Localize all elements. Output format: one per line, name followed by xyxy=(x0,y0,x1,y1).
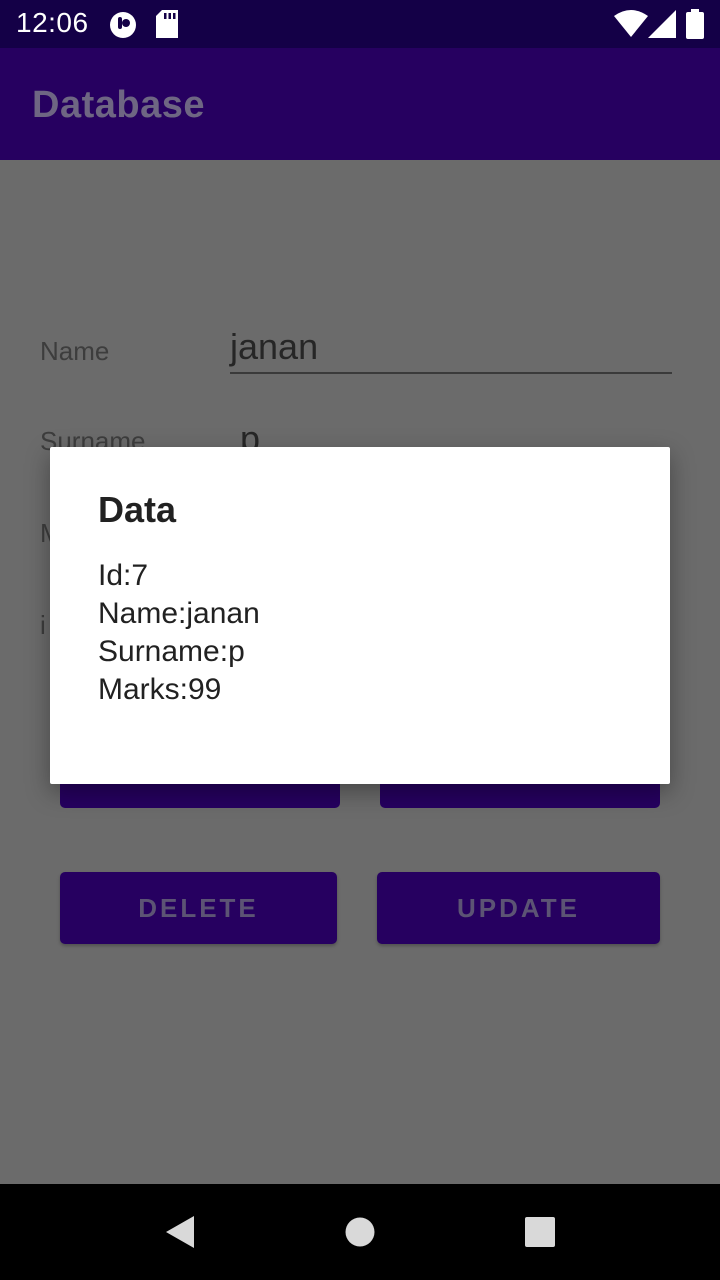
dialog-title: Data xyxy=(98,489,177,530)
home-icon[interactable] xyxy=(312,1184,408,1280)
name-label: Name xyxy=(40,336,110,366)
app-bar: Database xyxy=(0,48,720,160)
dialog-line-id: Id:7 xyxy=(98,559,149,592)
privacy-icon xyxy=(108,10,138,45)
battery-icon xyxy=(686,9,704,44)
wifi-icon xyxy=(614,10,648,43)
name-input[interactable]: janan xyxy=(230,326,318,368)
dialog-line-name: Name:janan xyxy=(98,597,260,630)
signal-icon xyxy=(648,10,676,43)
app-title: Database xyxy=(32,84,205,126)
navigation-bar xyxy=(0,1184,720,1280)
dialog-line-marks: Marks:99 xyxy=(98,673,222,706)
status-time: 12:06 xyxy=(16,7,89,38)
id-label: i xyxy=(40,610,46,640)
delete-button[interactable]: DELETE xyxy=(60,872,337,944)
sd-card-icon xyxy=(156,10,180,43)
data-dialog: Data Id:7 Name:janan Surname:p Marks:99 xyxy=(50,447,670,784)
update-button[interactable]: UPDATE xyxy=(377,872,660,944)
back-icon[interactable] xyxy=(132,1184,228,1280)
name-input-underline xyxy=(230,372,672,374)
dialog-message: Id:7 Name:janan Surname:p Marks:99 xyxy=(98,557,260,709)
status-bar: 12:06 xyxy=(0,0,720,48)
dialog-line-surname: Surname:p xyxy=(98,635,245,668)
recents-icon[interactable] xyxy=(492,1184,588,1280)
